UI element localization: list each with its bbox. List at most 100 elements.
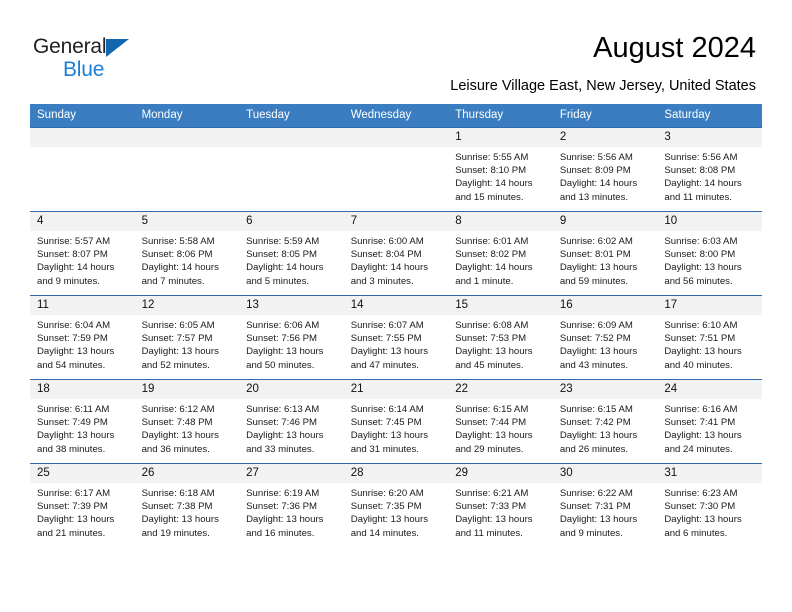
calendar-day-cell[interactable]: 29 Sunrise: 6:21 AM Sunset: 7:33 PM Dayligh… <box>448 463 553 547</box>
calendar-day-cell[interactable]: 27 Sunrise: 6:19 AM Sunset: 7:36 PM Dayligh… <box>239 463 344 547</box>
calendar-day-cell[interactable]: 2 Sunrise: 5:56 AM Sunset: 8:09 PM Daylight… <box>552 127 658 212</box>
sunrise-text: Sunrise: 6:15 AM <box>455 404 529 415</box>
page-subtitle-location: Leisure Village East, New Jersey, United… <box>450 78 756 94</box>
logo-text-general: General <box>33 35 107 58</box>
day-number: 19 <box>134 380 240 399</box>
daylight-text-line2: and 26 minutes. <box>559 443 629 455</box>
sunset-text: Sunset: 8:07 PM <box>37 249 108 261</box>
daylight-text-line1: Daylight: 14 hours <box>559 178 638 190</box>
calendar-cell-empty <box>343 127 449 212</box>
weekday-header-monday: Monday <box>134 104 240 128</box>
daylight-text-line1: Daylight: 14 hours <box>664 178 742 190</box>
logo-text-blue: Blue <box>63 58 105 81</box>
calendar-day-cell[interactable]: 26 Sunrise: 6:18 AM Sunset: 7:38 PM Dayligh… <box>134 463 240 547</box>
calendar-day-cell[interactable]: 9 Sunrise: 6:02 AM Sunset: 8:01 PM Daylight… <box>552 211 658 296</box>
day-number: 17 <box>657 296 762 315</box>
calendar-day-cell[interactable]: 14 Sunrise: 6:07 AM Sunset: 7:55 PM Dayligh… <box>343 295 449 380</box>
daylight-text-line2: and 3 minutes. <box>350 275 414 287</box>
day-number: 3 <box>657 128 762 147</box>
daylight-text-line1: Daylight: 14 hours <box>350 262 429 274</box>
calendar-page: General Blue August 2024 Leisure Village… <box>0 0 792 612</box>
daylight-text-line2: and 43 minutes. <box>559 359 629 371</box>
sunrise-text: Sunrise: 6:12 AM <box>141 404 215 415</box>
sunrise-text: Sunrise: 6:19 AM <box>246 488 320 499</box>
calendar-day-cell[interactable]: 4 Sunrise: 5:57 AM Sunset: 8:07 PM Daylight… <box>30 211 135 296</box>
day-details: Sunrise: 6:05 AM Sunset: 7:57 PM Daylight:… <box>135 315 240 372</box>
daylight-text-line1: Daylight: 13 hours <box>559 346 638 358</box>
day-number <box>134 128 240 147</box>
sunset-text: Sunset: 8:06 PM <box>141 249 213 261</box>
daylight-text-line1: Daylight: 13 hours <box>559 262 638 274</box>
sunrise-text: Sunrise: 5:55 AM <box>455 152 529 163</box>
calendar-day-cell[interactable]: 23 Sunrise: 6:15 AM Sunset: 7:42 PM Dayligh… <box>552 379 658 464</box>
day-number: 25 <box>30 464 135 483</box>
calendar-day-cell[interactable]: 11 Sunrise: 6:04 AM Sunset: 7:59 PM Dayligh… <box>30 295 135 380</box>
calendar-day-cell[interactable]: 31 Sunrise: 6:23 AM Sunset: 7:30 PM Dayligh… <box>657 463 762 547</box>
sunset-text: Sunset: 7:46 PM <box>246 417 318 429</box>
daylight-text-line1: Daylight: 13 hours <box>246 430 324 442</box>
day-details: Sunrise: 6:09 AM Sunset: 7:52 PM Daylight:… <box>553 315 658 372</box>
day-number: 15 <box>448 296 553 315</box>
sunrise-text: Sunrise: 6:21 AM <box>455 488 529 499</box>
weekday-header-sunday: Sunday <box>30 104 135 128</box>
weekday-header-friday: Friday <box>552 104 658 128</box>
day-details: Sunrise: 6:20 AM Sunset: 7:35 PM Daylight:… <box>344 483 449 540</box>
daylight-text-line2: and 15 minutes. <box>455 191 524 203</box>
day-number: 4 <box>30 212 135 231</box>
sunset-text: Sunset: 7:39 PM <box>37 501 108 513</box>
general-blue-logo[interactable]: General Blue <box>33 35 130 81</box>
calendar-day-cell[interactable]: 24 Sunrise: 6:16 AM Sunset: 7:41 PM Dayligh… <box>657 379 762 464</box>
sunset-text: Sunset: 7:51 PM <box>664 333 736 345</box>
calendar-day-cell[interactable]: 18 Sunrise: 6:11 AM Sunset: 7:49 PM Dayligh… <box>30 379 135 464</box>
daylight-text-line2: and 16 minutes. <box>246 527 315 539</box>
daylight-text-line1: Daylight: 13 hours <box>559 514 638 526</box>
calendar-day-cell[interactable]: 13 Sunrise: 6:06 AM Sunset: 7:56 PM Dayligh… <box>239 295 344 380</box>
daylight-text-line2: and 33 minutes. <box>246 443 315 455</box>
day-number: 21 <box>343 380 449 399</box>
sunset-text: Sunset: 8:09 PM <box>559 165 631 177</box>
sunrise-text: Sunrise: 6:22 AM <box>559 488 633 499</box>
calendar-day-cell[interactable]: 1 Sunrise: 5:55 AM Sunset: 8:10 PM Daylight… <box>448 127 553 212</box>
day-details: Sunrise: 6:03 AM Sunset: 8:00 PM Daylight:… <box>657 231 762 288</box>
daylight-text-line2: and 31 minutes. <box>350 443 419 455</box>
calendar-day-cell[interactable]: 20 Sunrise: 6:13 AM Sunset: 7:46 PM Dayligh… <box>239 379 344 464</box>
calendar-day-cell[interactable]: 17 Sunrise: 6:10 AM Sunset: 7:51 PM Dayligh… <box>657 295 762 380</box>
sunrise-text: Sunrise: 6:18 AM <box>141 488 215 499</box>
calendar-day-cell[interactable]: 5 Sunrise: 5:58 AM Sunset: 8:06 PM Daylight… <box>134 211 240 296</box>
calendar-day-cell[interactable]: 10 Sunrise: 6:03 AM Sunset: 8:00 PM Dayligh… <box>657 211 762 296</box>
sunset-text: Sunset: 7:56 PM <box>246 333 318 345</box>
calendar-day-cell[interactable]: 15 Sunrise: 6:08 AM Sunset: 7:53 PM Dayligh… <box>448 295 553 380</box>
daylight-text-line1: Daylight: 14 hours <box>141 262 219 274</box>
daylight-text-line1: Daylight: 13 hours <box>246 514 324 526</box>
daylight-text-line1: Daylight: 13 hours <box>141 346 219 358</box>
sunrise-text: Sunrise: 6:23 AM <box>664 488 738 499</box>
sunrise-text: Sunrise: 5:56 AM <box>664 152 738 163</box>
calendar-day-cell[interactable]: 19 Sunrise: 6:12 AM Sunset: 7:48 PM Dayligh… <box>134 379 240 464</box>
sunrise-text: Sunrise: 6:15 AM <box>559 404 633 415</box>
daylight-text-line2: and 13 minutes. <box>559 191 629 203</box>
sunrise-text: Sunrise: 6:13 AM <box>246 404 320 415</box>
calendar-day-cell[interactable]: 16 Sunrise: 6:09 AM Sunset: 7:52 PM Dayligh… <box>552 295 658 380</box>
sunrise-text: Sunrise: 6:06 AM <box>246 320 320 331</box>
calendar-day-cell[interactable]: 21 Sunrise: 6:14 AM Sunset: 7:45 PM Dayligh… <box>343 379 449 464</box>
day-details: Sunrise: 6:18 AM Sunset: 7:38 PM Daylight:… <box>135 483 240 540</box>
calendar-day-cell[interactable]: 6 Sunrise: 5:59 AM Sunset: 8:05 PM Daylight… <box>239 211 344 296</box>
sunset-text: Sunset: 8:08 PM <box>664 165 736 177</box>
calendar-day-cell[interactable]: 22 Sunrise: 6:15 AM Sunset: 7:44 PM Dayligh… <box>448 379 553 464</box>
daylight-text-line1: Daylight: 14 hours <box>455 262 533 274</box>
day-details: Sunrise: 6:15 AM Sunset: 7:44 PM Daylight:… <box>448 399 553 456</box>
day-details: Sunrise: 6:06 AM Sunset: 7:56 PM Daylight:… <box>239 315 344 372</box>
daylight-text-line1: Daylight: 13 hours <box>455 430 533 442</box>
calendar-day-cell[interactable]: 8 Sunrise: 6:01 AM Sunset: 8:02 PM Daylight… <box>448 211 553 296</box>
calendar-day-cell[interactable]: 12 Sunrise: 6:05 AM Sunset: 7:57 PM Dayligh… <box>134 295 240 380</box>
calendar-day-cell[interactable]: 7 Sunrise: 6:00 AM Sunset: 8:04 PM Daylight… <box>343 211 449 296</box>
calendar-day-cell[interactable]: 25 Sunrise: 6:17 AM Sunset: 7:39 PM Dayligh… <box>30 463 135 547</box>
day-details: Sunrise: 6:14 AM Sunset: 7:45 PM Daylight:… <box>344 399 449 456</box>
day-number: 1 <box>448 128 553 147</box>
calendar-week-row: 4 Sunrise: 5:57 AM Sunset: 8:07 PM Daylight… <box>30 211 762 296</box>
day-details: Sunrise: 6:02 AM Sunset: 8:01 PM Daylight:… <box>553 231 658 288</box>
calendar-day-cell[interactable]: 28 Sunrise: 6:20 AM Sunset: 7:35 PM Dayligh… <box>343 463 449 547</box>
calendar-day-cell[interactable]: 3 Sunrise: 5:56 AM Sunset: 8:08 PM Daylight… <box>657 127 762 212</box>
day-number: 18 <box>30 380 135 399</box>
calendar-day-cell[interactable]: 30 Sunrise: 6:22 AM Sunset: 7:31 PM Dayligh… <box>552 463 658 547</box>
